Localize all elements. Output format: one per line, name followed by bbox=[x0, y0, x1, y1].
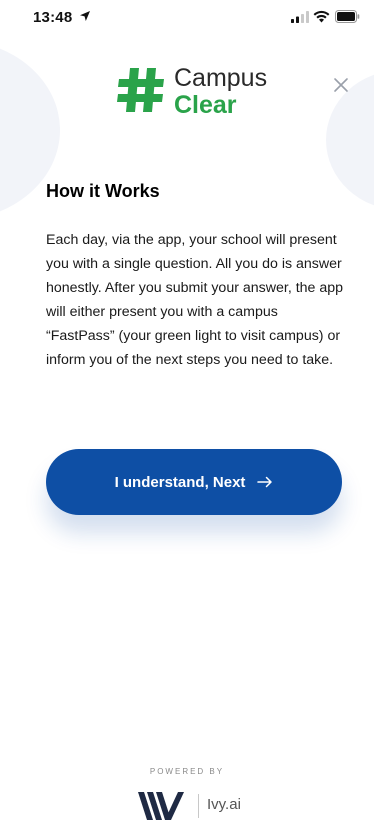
logo-word-clear: Clear bbox=[174, 91, 237, 119]
next-button[interactable]: I understand, Next bbox=[46, 449, 342, 515]
next-button-label: I understand, Next bbox=[114, 473, 246, 491]
close-icon[interactable] bbox=[330, 74, 352, 96]
ivy-ai-logo: Ivy.ai bbox=[138, 788, 258, 824]
wifi-icon bbox=[313, 10, 330, 23]
page-title: How it Works bbox=[46, 181, 160, 201]
how-it-works-description: Each day, via the app, your school will … bbox=[46, 232, 344, 368]
hashtag-icon bbox=[117, 68, 164, 112]
location-arrow-icon bbox=[80, 11, 90, 21]
arrow-right-icon bbox=[257, 476, 273, 488]
ivy-logo-icon bbox=[138, 792, 184, 820]
cellular-signal-icon bbox=[291, 11, 309, 23]
footer-brand-name: Ivy.ai bbox=[207, 796, 241, 813]
logo-word-campus: Campus bbox=[174, 64, 268, 92]
footer-divider bbox=[198, 794, 199, 818]
status-time: 13:48 bbox=[33, 9, 73, 26]
campus-clear-logo: Campus Clear bbox=[117, 62, 277, 119]
status-bar: 13:48 bbox=[0, 0, 374, 34]
powered-by-label: POWERED BY bbox=[149, 767, 225, 776]
battery-icon bbox=[335, 10, 360, 23]
screen: 13:48 Campus Clear How it Works Each day… bbox=[0, 0, 374, 840]
